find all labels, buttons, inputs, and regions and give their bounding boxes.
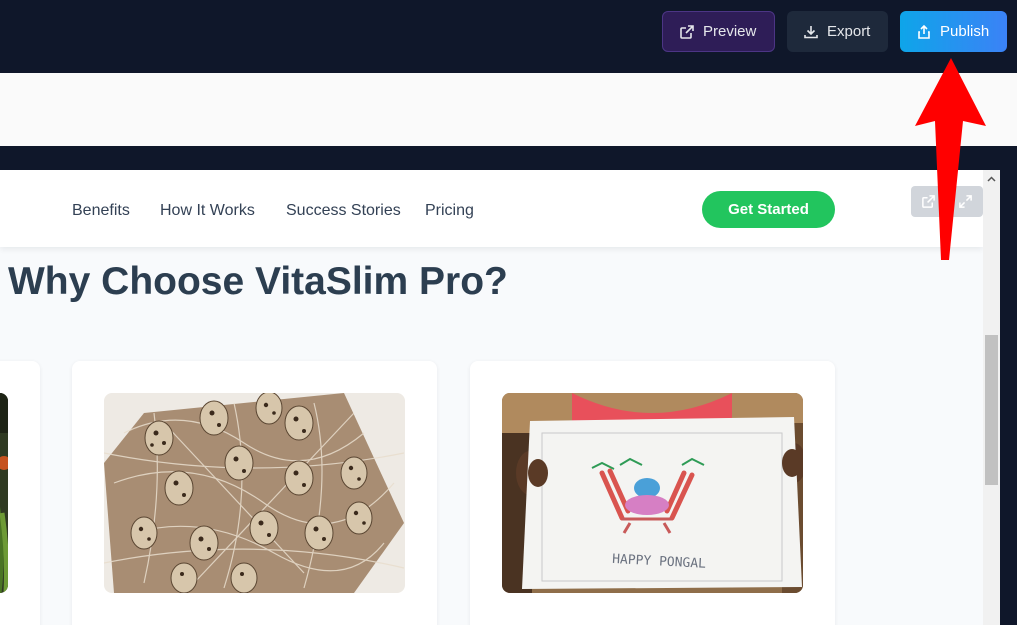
download-icon (804, 25, 818, 38)
happy-pongal-drawing-photo: HAPPY PONGAL (502, 393, 803, 593)
preview-button[interactable]: Preview (662, 11, 775, 52)
site-navbar: Benefits How It Works Success Stories Pr… (0, 170, 983, 247)
benefit-card (72, 361, 437, 625)
publish-label: Publish (940, 23, 990, 40)
external-link-icon (680, 24, 694, 39)
vegetables-photo (0, 393, 8, 593)
nav-link-pricing[interactable]: Pricing (425, 202, 474, 220)
nav-link-success-stories[interactable]: Success Stories (286, 202, 401, 220)
get-started-button[interactable]: Get Started (702, 191, 835, 228)
benefit-card (0, 361, 40, 625)
benefit-card: HAPPY PONGAL (470, 361, 835, 625)
section-heading: Why Choose VitaSlim Pro? (8, 260, 508, 303)
scroll-up-icon (987, 175, 996, 182)
export-button[interactable]: Export (787, 11, 888, 52)
scrollbar-thumb[interactable] (985, 335, 998, 485)
nav-link-how-it-works[interactable]: How It Works (160, 202, 255, 220)
share-upload-icon (918, 24, 930, 39)
quail-eggs-photo (104, 393, 405, 593)
editor-margin (1000, 146, 1017, 625)
preview-label: Preview (703, 23, 757, 40)
export-label: Export (827, 23, 871, 40)
publish-button[interactable]: Publish (900, 11, 1007, 52)
editor-toolbar: Preview Export Publish (0, 0, 1017, 73)
site-preview-frame: Benefits How It Works Success Stories Pr… (0, 170, 983, 625)
annotation-arrow (915, 58, 986, 260)
editor-strip (0, 73, 1017, 146)
nav-link-benefits[interactable]: Benefits (72, 202, 130, 220)
